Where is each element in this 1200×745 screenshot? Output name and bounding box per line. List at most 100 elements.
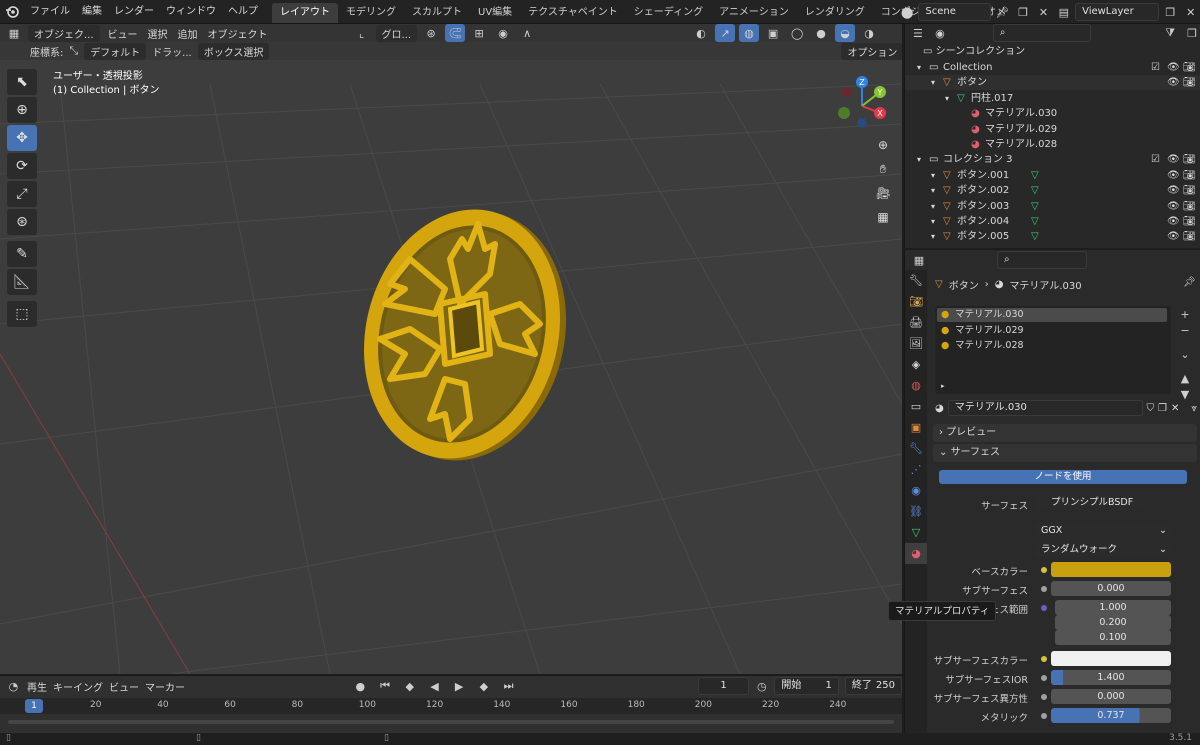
render-camera-icon[interactable]: 📷︎	[1183, 60, 1196, 75]
move-tool-icon[interactable]: ✥	[7, 125, 37, 151]
view-layer-icon[interactable]: ▤	[1055, 3, 1073, 21]
jump-start-icon[interactable]: ⏮	[376, 677, 395, 695]
coord-dropdown[interactable]: デフォルト	[84, 42, 147, 60]
slot-menu-icon[interactable]: ⌄	[1177, 346, 1193, 362]
filter-icon[interactable]: ⧩	[1161, 24, 1179, 42]
transform-tool-icon[interactable]: ⊛	[7, 209, 37, 235]
exclude-checkbox[interactable]: ☑	[1151, 60, 1160, 75]
pan-hand-icon[interactable]: ✋︎	[872, 158, 894, 180]
box-select-dropdown[interactable]: ボックス選択	[197, 42, 270, 60]
annotate-tool-icon[interactable]: ✎	[7, 241, 37, 267]
subsurface-method-dropdown[interactable]: ランダムウォーク ⌄	[1035, 542, 1171, 557]
outliner-row[interactable]: ▾ ▽ ボタン.001 👁︎ 📷︎ ▽	[905, 168, 1200, 183]
disclosure-icon[interactable]: ▾	[917, 60, 921, 75]
breadcrumb-material[interactable]: マテリアル.030	[1009, 277, 1081, 292]
render-camera-icon[interactable]: 📷︎	[1183, 229, 1196, 244]
stopwatch-icon[interactable]: ◷	[755, 677, 768, 695]
delete-view-layer-icon[interactable]: ✕	[1182, 3, 1200, 21]
material-slot-row[interactable]: ● マテリアル.028	[937, 339, 1167, 353]
view-layer-field[interactable]: ViewLayer	[1075, 3, 1160, 21]
outliner-row[interactable]: ▾ ▽ ボタン.003 👁︎ 📷︎ ▽	[905, 199, 1200, 214]
current-frame-field[interactable]: 1	[697, 677, 750, 695]
snap-icon[interactable]: 🧲︎	[445, 24, 466, 42]
view-layer-tab-icon[interactable]: 🖼︎	[905, 333, 927, 354]
render-camera-icon[interactable]: 📷︎	[1183, 183, 1196, 198]
visibility-eye-icon[interactable]: 👁︎	[1167, 229, 1180, 244]
disclosure-icon[interactable]: ▾	[931, 183, 935, 198]
select-tool-icon[interactable]: ⬉	[7, 69, 37, 95]
disclosure-icon[interactable]: ▾	[931, 214, 935, 229]
record-icon[interactable]: ●	[351, 677, 370, 695]
navigation-gizmo[interactable]: Z Y X	[832, 76, 892, 136]
falloff-icon[interactable]: ∧	[517, 24, 537, 42]
overlay-toggle-icon[interactable]: ◍	[739, 24, 760, 42]
param-value-field[interactable]: 0.200	[1055, 615, 1171, 630]
play-icon[interactable]: ▶	[450, 677, 469, 695]
menu-object[interactable]: オブジェクト	[208, 26, 268, 41]
material-browse-icon[interactable]: ◕	[935, 403, 944, 414]
distribution-dropdown[interactable]: GGX ⌄	[1035, 523, 1171, 538]
gold-coin-object[interactable]	[350, 204, 580, 474]
disclosure-icon[interactable]: ▾	[931, 168, 935, 183]
menu-file[interactable]: ファイル	[24, 0, 76, 24]
disclosure-icon[interactable]: ▾	[931, 229, 935, 244]
3d-viewport[interactable]: ▦ オブジェク... ビュー 選択 追加 オブジェクト ⌞ グロ... ⊛ 🧲︎…	[0, 24, 902, 674]
breadcrumb-object[interactable]: ボタン	[949, 277, 979, 292]
editor-type-icon[interactable]: ☰	[909, 24, 927, 42]
visibility-eye-icon[interactable]: 👁︎	[1167, 214, 1180, 229]
menu-view[interactable]: ビュー	[109, 679, 139, 694]
render-camera-icon[interactable]: 📷︎	[1183, 152, 1196, 167]
menu-window[interactable]: ウィンドウ	[160, 0, 222, 24]
tab-rendering[interactable]: レンダリング	[797, 3, 873, 23]
jump-end-icon[interactable]: ⏭	[499, 677, 518, 695]
surface-section[interactable]: ⌄ サーフェス	[933, 444, 1197, 462]
outliner-row[interactable]: ▾ ▭ コレクション 3 👁︎ 📷︎ ☑	[905, 152, 1200, 167]
orientation-icon[interactable]: ⌞	[352, 24, 372, 42]
surface-shader-field[interactable]: プリンシプルBSDF	[1035, 495, 1143, 510]
timeline-scrollbar[interactable]	[8, 720, 894, 724]
preview-section[interactable]: › プレビュー	[933, 424, 1197, 442]
visibility-eye-icon[interactable]: 👁︎	[1167, 183, 1180, 198]
zoom-icon[interactable]: ⊕	[872, 134, 894, 156]
new-scene-icon[interactable]: ❐	[1014, 3, 1032, 21]
outliner-row[interactable]: ▾ ▽ ボタン 👁︎ 📷︎	[905, 75, 1200, 91]
prev-key-icon[interactable]: ◆	[400, 677, 419, 695]
outliner-row[interactable]: ▾ ▭ Collection 👁︎ 📷︎ ☑	[905, 60, 1200, 75]
menu-edit[interactable]: 編集	[76, 0, 108, 24]
tab-texture-paint[interactable]: テクスチャペイント	[520, 3, 626, 23]
scene-icon[interactable]: ⬤	[898, 3, 916, 21]
proportional-edit-icon[interactable]: ◉	[493, 24, 513, 42]
outliner-row[interactable]: ▾ ▽ ボタン.002 👁︎ 📷︎ ▽	[905, 183, 1200, 198]
tab-modeling[interactable]: モデリング	[338, 3, 404, 23]
material-slot-row[interactable]: ● マテリアル.030	[937, 308, 1167, 322]
camera-icon[interactable]: 🎥︎	[872, 182, 894, 204]
object-tab-icon[interactable]: ▣	[905, 417, 927, 438]
move-up-icon[interactable]: ▲	[1177, 370, 1193, 386]
world-tab-icon[interactable]: ◍	[905, 375, 927, 396]
start-frame-field[interactable]: 開始 1	[774, 677, 839, 695]
param-value-field[interactable]: 0.100	[1055, 630, 1171, 645]
delete-scene-icon[interactable]: ✕	[1034, 3, 1052, 21]
outliner-row[interactable]: ▾ ▽ 円柱.017	[905, 91, 1200, 106]
menu-view[interactable]: ビュー	[108, 26, 138, 41]
render-camera-icon[interactable]: 📷︎	[1183, 168, 1196, 183]
material-slot-row[interactable]: ● マテリアル.029	[937, 324, 1167, 338]
xray-icon[interactable]: ▣	[763, 24, 783, 42]
add-cube-tool-icon[interactable]: ⬚	[7, 301, 37, 327]
shading-wire-icon[interactable]: ◯	[787, 24, 807, 42]
outliner-row[interactable]: ◕ マテリアル.028	[905, 137, 1200, 152]
param-value-field[interactable]: 1.400	[1051, 670, 1171, 685]
exclude-checkbox[interactable]: ☑	[1151, 152, 1160, 167]
outliner-row[interactable]: ◕ マテリアル.029	[905, 122, 1200, 137]
render-camera-icon[interactable]: 📷︎	[1183, 214, 1196, 229]
use-nodes-button[interactable]: ノードを使用	[939, 470, 1187, 484]
output-tab-icon[interactable]: 🖨︎	[905, 312, 927, 333]
visibility-eye-icon[interactable]: 👁︎	[1167, 152, 1180, 167]
snap-target-icon[interactable]: ⊞	[469, 24, 489, 42]
disclosure-icon[interactable]: ▾	[945, 91, 949, 106]
add-slot-icon[interactable]: +	[1177, 306, 1193, 322]
tab-layout[interactable]: レイアウト	[272, 2, 338, 23]
modifier-tab-icon[interactable]: 🔧︎	[905, 438, 927, 459]
menu-add[interactable]: 追加	[178, 26, 198, 41]
measure-tool-icon[interactable]: 📐︎	[7, 269, 37, 295]
